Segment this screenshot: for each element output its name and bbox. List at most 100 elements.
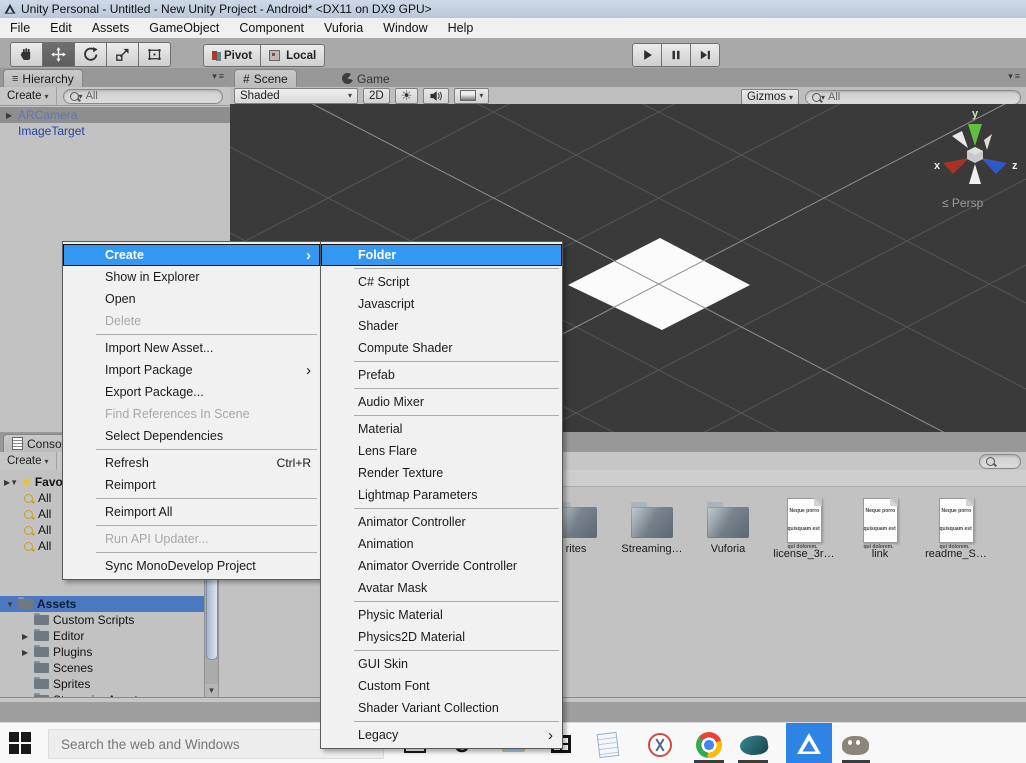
rect-tool-button[interactable] — [139, 42, 171, 67]
panel-menu-icon[interactable]: ▾≡ — [1008, 71, 1022, 82]
context-menu-item[interactable]: Refresh Ctrl+R › — [63, 452, 320, 474]
disclosure-triangle-icon[interactable] — [6, 111, 18, 120]
context-menu-item[interactable]: Run API Updater... › — [63, 528, 320, 550]
submenu-item[interactable]: Render Texture › — [321, 462, 562, 484]
tab-scene[interactable]: # Scene — [234, 69, 297, 87]
disclosure-triangle-icon[interactable] — [22, 648, 34, 657]
toggle-2d-button[interactable]: 2D — [363, 88, 390, 104]
scrollbar-down-arrow[interactable]: ▼ — [205, 684, 218, 697]
scene-lighting-button[interactable]: ☀ — [395, 88, 419, 104]
local-toggle-button[interactable]: Local — [261, 44, 325, 67]
context-menu-item[interactable]: Open › — [63, 288, 320, 310]
submenu-item[interactable]: Animator Override Controller › — [321, 555, 562, 577]
submenu-item[interactable]: Lens Flare › — [321, 440, 562, 462]
submenu-item[interactable]: Animator Controller › — [321, 511, 562, 533]
scene-audio-button[interactable] — [423, 88, 449, 104]
move-tool-button[interactable] — [43, 42, 75, 67]
hierarchy-item[interactable]: ARCamera — [0, 107, 230, 123]
teal-sketch-app-icon[interactable] — [739, 734, 769, 757]
submenu-item[interactable]: › — [354, 415, 559, 416]
submenu-item[interactable]: Legacy › — [321, 724, 562, 746]
scene-effects-button[interactable]: ▾ — [454, 88, 489, 104]
context-menu-item[interactable]: Import Package › — [63, 359, 320, 381]
context-menu-item[interactable]: Select Dependencies › — [63, 425, 320, 447]
menubar-item[interactable]: Edit — [40, 18, 82, 38]
context-menu-item[interactable]: Delete › — [63, 310, 320, 332]
context-menu-item[interactable]: › — [96, 498, 317, 499]
hand-tool-button[interactable] — [10, 42, 43, 67]
submenu-item[interactable]: Physic Material › — [321, 604, 562, 626]
disclosure-triangle-icon[interactable]: ▼ — [4, 478, 18, 487]
menubar-item[interactable]: Component — [229, 18, 314, 38]
step-button[interactable] — [691, 43, 720, 67]
context-menu-item[interactable]: › — [96, 552, 317, 553]
submenu-item[interactable]: Shader › — [321, 315, 562, 337]
rotate-tool-button[interactable] — [75, 42, 107, 67]
submenu-item[interactable]: Compute Shader › — [321, 337, 562, 359]
submenu-item[interactable]: Prefab › — [321, 364, 562, 386]
gizmos-dropdown[interactable]: Gizmos ▾ — [741, 89, 799, 105]
project-tree-item[interactable]: Sprites — [0, 676, 218, 692]
context-menu-item[interactable]: › — [96, 525, 317, 526]
submenu-item[interactable]: Physics2D Material › — [321, 626, 562, 648]
submenu-item[interactable]: Folder › — [321, 244, 562, 266]
submenu-item[interactable]: C# Script › — [321, 271, 562, 293]
context-menu-item[interactable]: Export Package... › — [63, 381, 320, 403]
project-tree-item[interactable]: Scenes — [0, 660, 218, 676]
submenu-item[interactable]: › — [354, 508, 559, 509]
scale-tool-button[interactable] — [107, 42, 139, 67]
tab-hierarchy[interactable]: ≡ Hierarchy — [3, 69, 83, 87]
project-file-item[interactable]: Vuforia — [690, 498, 766, 560]
project-file-item[interactable]: Neque porro quisquam est qui dolorem. li… — [842, 498, 918, 560]
context-menu-item[interactable]: Reimport All › — [63, 501, 320, 523]
context-menu-item[interactable]: Reimport › — [63, 474, 320, 496]
submenu-item[interactable]: › — [354, 361, 559, 362]
scrollbar-thumb[interactable] — [206, 572, 218, 660]
project-file-item[interactable]: Neque porro quisquam est qui dolorem. li… — [766, 498, 842, 560]
disclosure-triangle-icon[interactable] — [6, 600, 18, 609]
submenu-item[interactable]: Audio Mixer › — [321, 391, 562, 413]
play-button[interactable] — [632, 43, 662, 67]
menubar-item[interactable]: Help — [438, 18, 484, 38]
project-tree-item[interactable]: Plugins — [0, 644, 218, 660]
pause-button[interactable] — [662, 43, 691, 67]
context-menu-item[interactable]: Sync MonoDevelop Project › — [63, 555, 320, 577]
menubar-item[interactable]: GameObject — [139, 18, 229, 38]
orientation-gizmo[interactable] — [930, 106, 1020, 206]
menubar-item[interactable]: File — [0, 18, 40, 38]
hierarchy-search-input[interactable]: ▾ All — [63, 89, 223, 104]
menubar-item[interactable]: Assets — [82, 18, 140, 38]
submenu-item[interactable]: › — [354, 650, 559, 651]
submenu-item[interactable]: Avatar Mask › — [321, 577, 562, 599]
submenu-item[interactable]: › — [354, 268, 559, 269]
notepad-icon[interactable] — [597, 732, 620, 758]
menubar-item[interactable]: Window — [373, 18, 437, 38]
project-tree-item[interactable]: Editor — [0, 628, 218, 644]
submenu-item[interactable]: › — [354, 721, 559, 722]
project-file-item[interactable]: Neque porro quisquam est qui dolorem. re… — [918, 498, 994, 560]
context-menu-item[interactable]: › — [96, 334, 317, 335]
submenu-item[interactable]: Shader Variant Collection › — [321, 697, 562, 719]
scene-search-input[interactable]: ▾ All — [805, 90, 1021, 105]
disclosure-triangle-icon[interactable] — [22, 632, 34, 641]
submenu-item[interactable]: Animation › — [321, 533, 562, 555]
context-menu-item[interactable]: Show in Explorer › — [63, 266, 320, 288]
unity-taskbar-button[interactable] — [786, 723, 832, 763]
pivot-toggle-button[interactable]: Pivot — [203, 44, 261, 67]
perspective-toggle[interactable]: ≤ Persp — [942, 196, 983, 210]
context-menu-item[interactable]: Create › — [63, 244, 320, 266]
submenu-item[interactable]: › — [354, 388, 559, 389]
project-file-item[interactable]: Streaming… — [614, 498, 690, 560]
menubar-item[interactable]: Vuforia — [314, 18, 373, 38]
context-menu-item[interactable]: › — [96, 449, 317, 450]
project-tree-item[interactable]: Custom Scripts — [0, 612, 218, 628]
start-button[interactable] — [9, 732, 33, 756]
submenu-item[interactable]: Javascript › — [321, 293, 562, 315]
context-menu-item[interactable]: Find References In Scene › — [63, 403, 320, 425]
hierarchy-item[interactable]: ImageTarget — [0, 123, 230, 139]
tab-game[interactable]: Game — [334, 70, 398, 87]
submenu-item[interactable]: Custom Font › — [321, 675, 562, 697]
submenu-item[interactable]: Lightmap Parameters › — [321, 484, 562, 506]
hierarchy-create-button[interactable]: Create ▾ — [0, 87, 57, 105]
project-tree-item[interactable]: Assets — [0, 596, 218, 612]
